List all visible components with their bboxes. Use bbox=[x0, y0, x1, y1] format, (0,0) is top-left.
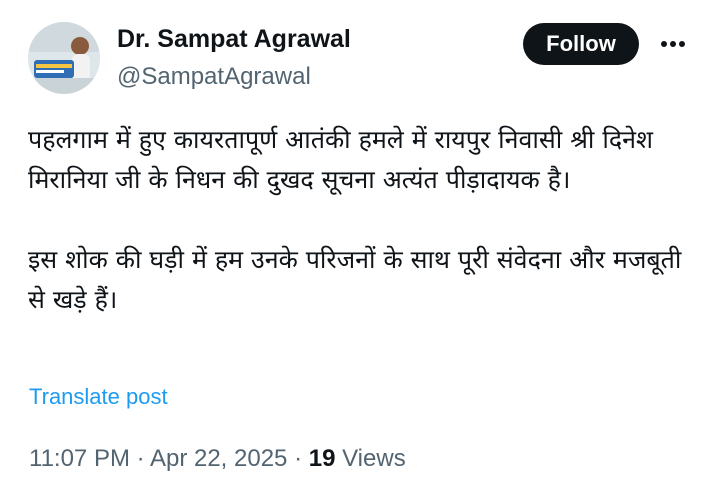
more-options-button[interactable] bbox=[656, 30, 690, 58]
avatar[interactable] bbox=[28, 22, 100, 94]
post-meta: 11:07 PM · Apr 22, 2025 · 19 Views bbox=[29, 444, 406, 474]
translate-post-link[interactable]: Translate post bbox=[29, 383, 168, 411]
author-handle[interactable]: @SampatAgrawal bbox=[117, 62, 311, 92]
post-card: Dr. Sampat Agrawal @SampatAgrawal Follow… bbox=[0, 0, 712, 504]
follow-button[interactable]: Follow bbox=[523, 23, 639, 65]
meta-separator: · bbox=[287, 445, 309, 472]
author-display-name[interactable]: Dr. Sampat Agrawal bbox=[117, 24, 351, 54]
meta-separator: · bbox=[129, 445, 150, 472]
ellipsis-icon bbox=[661, 41, 685, 47]
post-date[interactable]: Apr 22, 2025 bbox=[150, 445, 287, 472]
views-count: 19 bbox=[308, 445, 336, 472]
profile-photo-icon bbox=[28, 22, 100, 94]
post-time[interactable]: 11:07 PM bbox=[29, 445, 130, 472]
views-label: Views bbox=[342, 445, 406, 472]
post-text: पहलगाम में हुए कायरतापूर्ण आतंकी हमले मे… bbox=[28, 125, 682, 314]
